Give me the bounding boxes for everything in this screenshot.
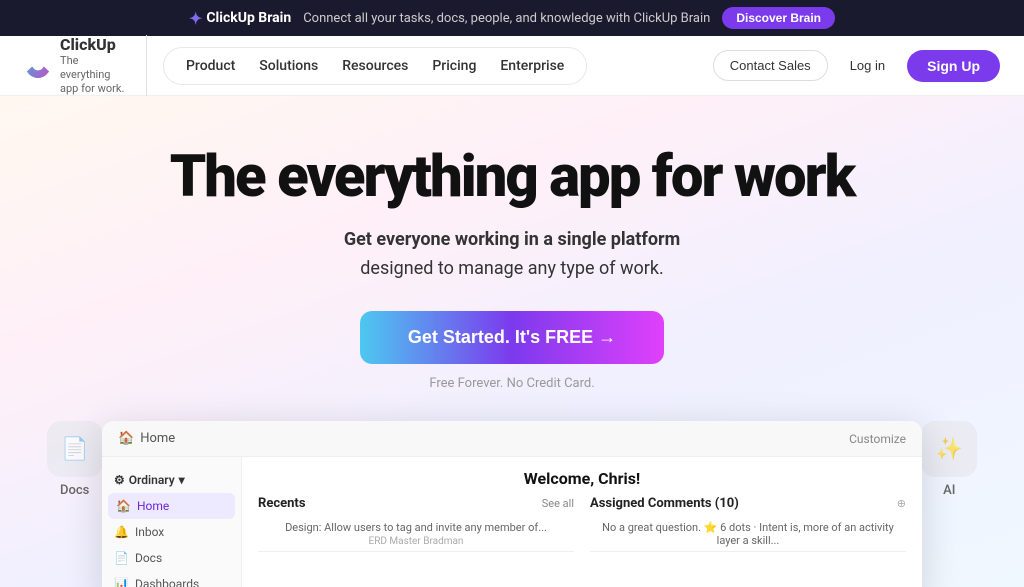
app-page-title: Home: [140, 431, 175, 446]
hero-subtitle-line2: designed to manage any type of work.: [360, 258, 663, 279]
docs-nav-icon: 📄: [114, 551, 129, 565]
nav-product[interactable]: Product: [176, 54, 245, 78]
workspace-icon: ⚙: [114, 473, 125, 487]
app-sidebar: ⚙ Ordinary ▾ 🏠 Home 🔔 Inbox 📄 Docs: [102, 457, 242, 587]
assigned-title: Assigned Comments (10): [590, 496, 739, 511]
nav-logo-name-wrap: ClickUp The everything app for work.: [60, 35, 130, 97]
app-customize-label[interactable]: Customize: [849, 432, 906, 446]
sidebar-home[interactable]: 🏠 Home: [108, 493, 235, 519]
assigned-item: No a great question. ⭐ 6 dots · Intent i…: [590, 517, 906, 552]
login-button[interactable]: Log in: [838, 51, 897, 80]
hero-section: The everything app for work Get everyone…: [0, 96, 1024, 587]
banner-logo: ✦ ClickUp Brain: [189, 9, 291, 28]
app-welcome-text: Welcome, Chris!: [258, 469, 906, 488]
nav-enterprise[interactable]: Enterprise: [490, 54, 574, 78]
recents-item-text: Design: Allow users to tag and invite an…: [258, 521, 574, 534]
discover-brain-button[interactable]: Discover Brain: [722, 7, 835, 29]
app-workspace-header: ⚙ Ordinary ▾: [102, 467, 241, 493]
app-section-row: Recents See all Design: Allow users to t…: [258, 496, 906, 552]
sidebar-inbox[interactable]: 🔔 Inbox: [102, 519, 241, 545]
ai-label: AI: [943, 483, 955, 498]
hero-subtitle-line1: Get everyone working in a single platfor…: [344, 229, 680, 250]
inbox-nav-icon: 🔔: [114, 525, 129, 539]
sidebar-docs-label: Docs: [135, 551, 162, 565]
navbar: ClickUp The everything app for work. Pro…: [0, 36, 1024, 96]
app-header: 🏠 Home Customize: [102, 421, 922, 457]
assigned-section: Assigned Comments (10) ⊕ No a great ques…: [590, 496, 906, 552]
get-started-button[interactable]: Get Started. It's FREE →: [360, 311, 664, 364]
nav-logo: ClickUp The everything app for work.: [24, 35, 147, 97]
app-preview: 🏠 Home Customize ⚙ Ordinary ▾ 🏠 Home 🔔 I…: [102, 421, 922, 587]
nav-logo-name: ClickUp: [60, 35, 130, 54]
top-banner: ✦ ClickUp Brain Connect all your tasks, …: [0, 0, 1024, 36]
cta-subtext: Free Forever. No Credit Card.: [20, 376, 1004, 391]
nav-pricing[interactable]: Pricing: [422, 54, 486, 78]
assigned-header: Assigned Comments (10) ⊕: [590, 496, 906, 511]
sidebar-inbox-label: Inbox: [135, 525, 164, 539]
home-icon: 🏠: [118, 431, 134, 446]
assigned-item-text: No a great question. ⭐ 6 dots · Intent i…: [590, 521, 906, 547]
nav-right: Contact Sales Log in Sign Up: [713, 50, 1000, 82]
banner-message: Connect all your tasks, docs, people, an…: [303, 11, 710, 26]
app-header-left: 🏠 Home: [118, 431, 175, 446]
recents-item-sub: ERD Master Bradman: [258, 536, 574, 547]
sidebar-docs[interactable]: 📄 Docs: [102, 545, 241, 571]
recents-header: Recents See all: [258, 496, 574, 511]
docs-label: Docs: [60, 483, 89, 498]
ai-icon: ✨: [921, 421, 977, 477]
recents-section: Recents See all Design: Allow users to t…: [258, 496, 574, 552]
nav-resources[interactable]: Resources: [332, 54, 418, 78]
hero-title: The everything app for work: [20, 146, 1004, 210]
sidebar-dashboards[interactable]: 📊 Dashboards: [102, 571, 241, 587]
see-all-button[interactable]: See all: [542, 497, 574, 510]
sidebar-home-label: Home: [137, 499, 169, 513]
recents-item: Design: Allow users to tag and invite an…: [258, 517, 574, 552]
recents-title: Recents: [258, 496, 306, 511]
sidebar-dashboards-label: Dashboards: [135, 577, 199, 587]
app-body: ⚙ Ordinary ▾ 🏠 Home 🔔 Inbox 📄 Docs: [102, 457, 922, 587]
brain-star-icon: ✦: [189, 9, 202, 28]
docs-icon: 📄: [47, 421, 103, 477]
app-main: Welcome, Chris! Recents See all Design: …: [242, 457, 922, 587]
assigned-toggle-icon[interactable]: ⊕: [897, 497, 906, 510]
contact-sales-button[interactable]: Contact Sales: [713, 50, 828, 81]
signup-button[interactable]: Sign Up: [907, 50, 1000, 82]
hero-subtitle: Get everyone working in a single platfor…: [20, 226, 1004, 284]
workspace-chevron-icon: ▾: [179, 473, 185, 487]
workspace-name: Ordinary: [129, 473, 175, 487]
clickup-logo-icon: [24, 52, 52, 80]
nav-links: Product Solutions Resources Pricing Ente…: [163, 47, 587, 85]
dashboards-nav-icon: 📊: [114, 577, 129, 587]
banner-logo-text: ClickUp Brain: [206, 10, 291, 26]
nav-solutions[interactable]: Solutions: [249, 54, 328, 78]
nav-logo-tagline: The everything app for work.: [60, 54, 130, 97]
home-nav-icon: 🏠: [116, 499, 131, 513]
